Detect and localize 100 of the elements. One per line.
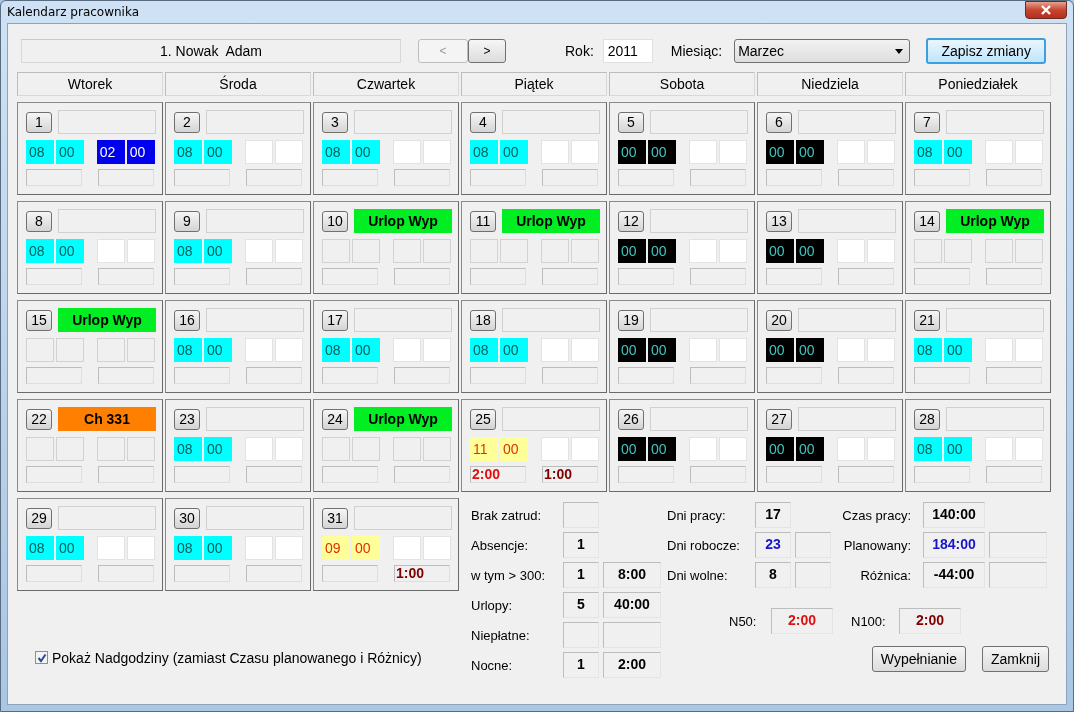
minute-field[interactable]: 00	[796, 239, 824, 263]
hour-field[interactable]	[836, 338, 865, 362]
minute-field[interactable]: 00	[352, 536, 380, 560]
hour-field[interactable]	[688, 239, 717, 263]
hour-field[interactable]	[244, 239, 273, 263]
hour-field[interactable]: 08	[322, 338, 350, 362]
minute-field[interactable]: 00	[352, 338, 380, 362]
hour-field[interactable]	[836, 239, 865, 263]
hour-field[interactable]	[96, 437, 125, 461]
hour-field[interactable]	[470, 239, 498, 263]
minute-field[interactable]	[274, 338, 303, 362]
hour-field[interactable]: 00	[618, 140, 646, 164]
hour-field[interactable]: 08	[470, 140, 498, 164]
minute-field[interactable]: 00	[56, 536, 84, 560]
close-button[interactable]	[1025, 1, 1067, 19]
hour-field[interactable]: 11	[470, 437, 498, 461]
minute-field[interactable]	[274, 140, 303, 164]
close-dialog-button[interactable]: Zamknij	[982, 646, 1049, 672]
hour-field[interactable]	[322, 239, 350, 263]
day-button[interactable]: 26	[618, 408, 644, 430]
minute-field[interactable]: 00	[796, 437, 824, 461]
day-button[interactable]: 19	[618, 309, 644, 331]
hour-field[interactable]	[984, 437, 1013, 461]
minute-field[interactable]	[866, 140, 895, 164]
hour-field[interactable]: 00	[766, 437, 794, 461]
minute-field[interactable]: 00	[796, 338, 824, 362]
day-button[interactable]: 6	[766, 111, 792, 133]
hour-field[interactable]	[688, 140, 717, 164]
hour-field[interactable]	[244, 437, 273, 461]
hour-field[interactable]: 08	[174, 536, 202, 560]
hour-field[interactable]	[26, 338, 54, 362]
hour-field[interactable]	[392, 239, 421, 263]
minute-field[interactable]: 00	[500, 338, 528, 362]
minute-field[interactable]: 00	[56, 239, 84, 263]
minute-field[interactable]	[1014, 338, 1043, 362]
hour-field[interactable]	[244, 140, 273, 164]
day-button[interactable]: 20	[766, 309, 792, 331]
minute-field[interactable]: 00	[352, 140, 380, 164]
year-field[interactable]: 2011	[602, 39, 653, 63]
hour-field[interactable]: 00	[618, 437, 646, 461]
day-button[interactable]: 12	[618, 210, 644, 232]
minute-field[interactable]	[422, 437, 451, 461]
hour-field[interactable]	[26, 437, 54, 461]
day-button[interactable]: 23	[174, 408, 200, 430]
minute-field[interactable]	[422, 338, 451, 362]
minute-field[interactable]: 00	[648, 140, 676, 164]
hour-field[interactable]: 08	[322, 140, 350, 164]
hour-field[interactable]: 08	[26, 536, 54, 560]
next-button[interactable]: >	[468, 39, 506, 63]
minute-field[interactable]	[1014, 239, 1043, 263]
minute-field[interactable]	[352, 437, 380, 461]
hour-field[interactable]	[836, 437, 865, 461]
hour-field[interactable]: 08	[26, 239, 54, 263]
day-button[interactable]: 22	[26, 408, 52, 430]
minute-field[interactable]	[866, 338, 895, 362]
minute-field[interactable]: 00	[944, 338, 972, 362]
hour-field[interactable]: 00	[766, 239, 794, 263]
hour-field[interactable]	[540, 338, 569, 362]
day-button[interactable]: 2	[174, 111, 200, 133]
minute-field[interactable]	[570, 437, 599, 461]
minute-field[interactable]: 00	[204, 239, 232, 263]
day-button[interactable]: 29	[26, 507, 52, 529]
minute-field[interactable]	[126, 536, 155, 560]
hour-field[interactable]: 08	[174, 437, 202, 461]
minute-field[interactable]	[1014, 140, 1043, 164]
hour-field[interactable]	[244, 536, 273, 560]
minute-field[interactable]	[274, 239, 303, 263]
hour-field[interactable]: 08	[26, 140, 54, 164]
hour-field[interactable]	[836, 140, 865, 164]
hour-field[interactable]: 00	[618, 338, 646, 362]
day-button[interactable]: 15	[26, 309, 52, 331]
minute-field[interactable]	[866, 437, 895, 461]
hour-field[interactable]	[96, 239, 125, 263]
hour-field[interactable]	[244, 338, 273, 362]
day-button[interactable]: 31	[322, 507, 348, 529]
minute-field[interactable]	[274, 437, 303, 461]
minute-field[interactable]: 00	[204, 536, 232, 560]
minute-field[interactable]	[56, 437, 84, 461]
hour-field[interactable]: 08	[914, 140, 942, 164]
day-button[interactable]: 9	[174, 210, 200, 232]
minute-field[interactable]	[126, 338, 155, 362]
hour-field[interactable]	[392, 536, 421, 560]
save-button[interactable]: Zapisz zmiany	[926, 38, 1047, 64]
day-button[interactable]: 13	[766, 210, 792, 232]
hour-field[interactable]	[96, 536, 125, 560]
minute-field[interactable]: 00	[204, 437, 232, 461]
minute-field[interactable]	[274, 536, 303, 560]
minute-field[interactable]	[718, 239, 747, 263]
minute-field[interactable]: 00	[204, 338, 232, 362]
minute-field[interactable]: 00	[648, 239, 676, 263]
day-button[interactable]: 21	[914, 309, 940, 331]
minute-field[interactable]	[866, 239, 895, 263]
hour-field[interactable]: 08	[914, 338, 942, 362]
minute-field[interactable]: 00	[944, 437, 972, 461]
day-button[interactable]: 11	[470, 210, 496, 232]
minute-field[interactable]	[422, 536, 451, 560]
day-button[interactable]: 5	[618, 111, 644, 133]
month-dropdown[interactable]: Marzec	[734, 39, 911, 63]
minute-field[interactable]	[718, 437, 747, 461]
minute-field[interactable]: 00	[204, 140, 232, 164]
